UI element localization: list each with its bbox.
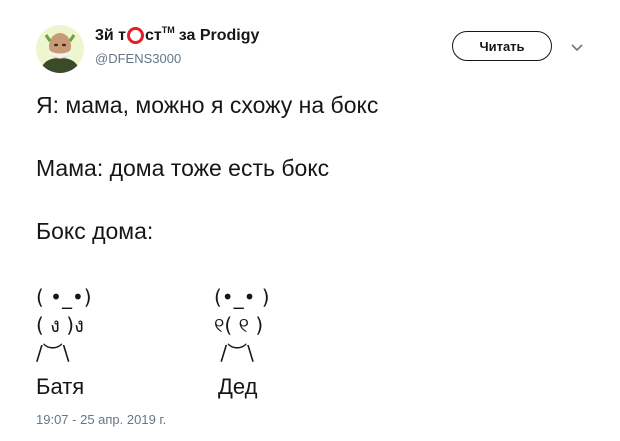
tweet-text-line-1: Я: мама, можно я схожу на бокс <box>36 92 379 118</box>
ascii-art-grandpa: (•_• ) ୧( ୧ ) /︶\ <box>214 285 270 365</box>
author-name-part2: ст <box>145 27 162 44</box>
tweet-text-line-2: Мама: дома тоже есть бокс <box>36 155 330 181</box>
ascii-art-dad: ( •_•) ( ง )ง /︶\ <box>36 285 92 365</box>
author-name-part3: за Prodigy <box>178 27 260 44</box>
follow-button[interactable]: Читать <box>452 31 552 61</box>
trademark: TM <box>161 25 175 35</box>
ascii-art-dad-label: Батя <box>36 374 85 399</box>
tweet-timestamp[interactable]: 19:07 - 25 апр. 2019 г. <box>36 412 166 427</box>
ascii-art-grandpa-label: Дед <box>218 374 258 399</box>
author-name[interactable]: 3й т ст TM за Prodigy <box>95 25 260 45</box>
red-o-logo-icon <box>127 26 145 44</box>
avatar-image <box>36 25 84 73</box>
tweet-text-line-3: Бокс дома: <box>36 218 154 244</box>
author-handle[interactable]: @DFENS3000 <box>95 51 181 66</box>
chevron-down-icon[interactable] <box>570 40 584 54</box>
author-name-part1: 3й т <box>95 27 127 44</box>
avatar[interactable] <box>36 25 84 73</box>
